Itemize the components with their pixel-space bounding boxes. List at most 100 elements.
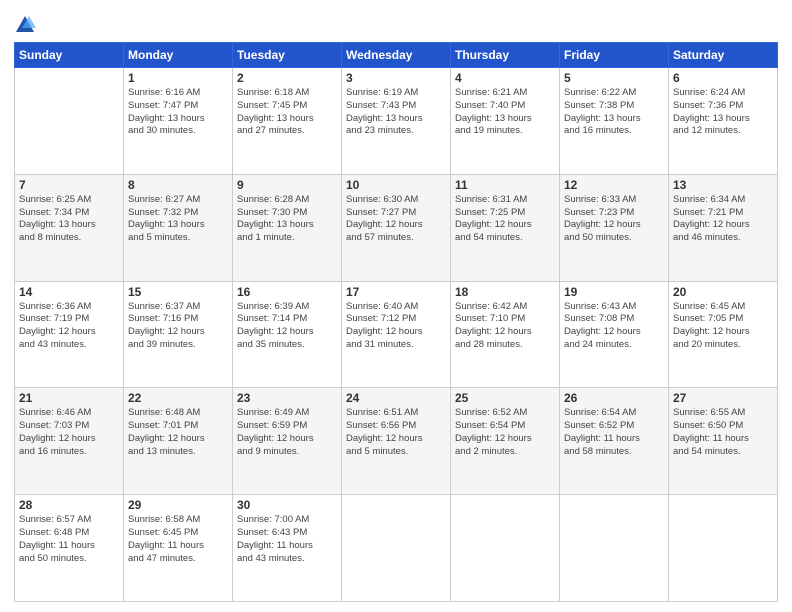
calendar-week-row: 28Sunrise: 6:57 AM Sunset: 6:48 PM Dayli…: [15, 495, 778, 602]
calendar-cell: 29 Sunrise: 6:58 AM Sunset: 6:45 PM Dayli…: [124, 495, 233, 602]
calendar-cell: 16Sunrise: 6:39 AM Sunset: 7:14 PM Dayli…: [233, 281, 342, 388]
day-info: Sunrise: 6:43 AM Sunset: 7:08 PM Dayligh…: [564, 301, 664, 352]
day-number: 3: [346, 71, 446, 85]
calendar-week-row: 1 Sunrise: 6:16 AM Sunset: 7:47 PM Daylig…: [15, 68, 778, 175]
day-of-week-header: Tuesday: [233, 43, 342, 68]
calendar-cell: 26 Sunrise: 6:54 AM Sunset: 6:52 PM Dayli…: [560, 388, 669, 495]
day-number: 29: [128, 498, 228, 512]
calendar-cell: [560, 495, 669, 602]
day-of-week-header: Sunday: [15, 43, 124, 68]
calendar-cell: 15Sunrise: 6:37 AM Sunset: 7:16 PM Dayli…: [124, 281, 233, 388]
day-of-week-header: Wednesday: [342, 43, 451, 68]
day-info: Sunrise: 6:22 AM Sunset: 7:38 PM Dayligh…: [564, 87, 664, 138]
day-number: 7: [19, 178, 119, 192]
day-number: 2: [237, 71, 337, 85]
calendar-cell: 14 Sunrise: 6:36 AM Sunset: 7:19 PM Dayli…: [15, 281, 124, 388]
day-number: 16: [237, 285, 337, 299]
day-of-week-header: Thursday: [451, 43, 560, 68]
calendar-cell: 17 Sunrise: 6:40 AM Sunset: 7:12 PM Dayli…: [342, 281, 451, 388]
day-info: Sunrise: 6:36 AM Sunset: 7:19 PM Dayligh…: [19, 301, 119, 352]
calendar-cell: 3 Sunrise: 6:19 AM Sunset: 7:43 PM Daylig…: [342, 68, 451, 175]
day-number: 14: [19, 285, 119, 299]
day-number: 19: [564, 285, 664, 299]
calendar-table: SundayMondayTuesdayWednesdayThursdayFrid…: [14, 42, 778, 602]
calendar-body: 1 Sunrise: 6:16 AM Sunset: 7:47 PM Daylig…: [15, 68, 778, 602]
day-info: Sunrise: 6:40 AM Sunset: 7:12 PM Dayligh…: [346, 301, 446, 352]
day-number: 27: [673, 391, 773, 405]
calendar-cell: 11 Sunrise: 6:31 AM Sunset: 7:25 PM Dayli…: [451, 174, 560, 281]
calendar-cell: 30 Sunrise: 7:00 AM Sunset: 6:43 PM Dayli…: [233, 495, 342, 602]
day-info: Sunrise: 6:31 AM Sunset: 7:25 PM Dayligh…: [455, 194, 555, 245]
day-info: Sunrise: 6:45 AM Sunset: 7:05 PM Dayligh…: [673, 301, 773, 352]
calendar-cell: 1 Sunrise: 6:16 AM Sunset: 7:47 PM Daylig…: [124, 68, 233, 175]
day-number: 15: [128, 285, 228, 299]
day-info: Sunrise: 6:25 AM Sunset: 7:34 PM Dayligh…: [19, 194, 119, 245]
calendar-header-row: SundayMondayTuesdayWednesdayThursdayFrid…: [15, 43, 778, 68]
calendar-week-row: 7 Sunrise: 6:25 AM Sunset: 7:34 PM Daylig…: [15, 174, 778, 281]
calendar-cell: 5 Sunrise: 6:22 AM Sunset: 7:38 PM Daylig…: [560, 68, 669, 175]
day-info: Sunrise: 6:51 AM Sunset: 6:56 PM Dayligh…: [346, 407, 446, 458]
day-number: 30: [237, 498, 337, 512]
day-number: 8: [128, 178, 228, 192]
day-info: Sunrise: 6:49 AM Sunset: 6:59 PM Dayligh…: [237, 407, 337, 458]
day-number: 25: [455, 391, 555, 405]
day-info: Sunrise: 7:00 AM Sunset: 6:43 PM Dayligh…: [237, 514, 337, 565]
logo: [14, 14, 40, 36]
day-info: Sunrise: 6:27 AM Sunset: 7:32 PM Dayligh…: [128, 194, 228, 245]
calendar-page: SundayMondayTuesdayWednesdayThursdayFrid…: [0, 0, 792, 612]
day-of-week-header: Friday: [560, 43, 669, 68]
calendar-cell: [669, 495, 778, 602]
calendar-cell: 21 Sunrise: 6:46 AM Sunset: 7:03 PM Dayli…: [15, 388, 124, 495]
calendar-cell: 12Sunrise: 6:33 AM Sunset: 7:23 PM Dayli…: [560, 174, 669, 281]
day-number: 26: [564, 391, 664, 405]
day-number: 28: [19, 498, 119, 512]
day-number: 20: [673, 285, 773, 299]
logo-icon: [14, 14, 36, 36]
day-number: 23: [237, 391, 337, 405]
day-info: Sunrise: 6:33 AM Sunset: 7:23 PM Dayligh…: [564, 194, 664, 245]
day-info: Sunrise: 6:55 AM Sunset: 6:50 PM Dayligh…: [673, 407, 773, 458]
day-info: Sunrise: 6:30 AM Sunset: 7:27 PM Dayligh…: [346, 194, 446, 245]
day-info: Sunrise: 6:54 AM Sunset: 6:52 PM Dayligh…: [564, 407, 664, 458]
calendar-cell: 20 Sunrise: 6:45 AM Sunset: 7:05 PM Dayli…: [669, 281, 778, 388]
day-number: 4: [455, 71, 555, 85]
calendar-cell: [15, 68, 124, 175]
calendar-cell: 28Sunrise: 6:57 AM Sunset: 6:48 PM Dayli…: [15, 495, 124, 602]
day-number: 10: [346, 178, 446, 192]
day-number: 18: [455, 285, 555, 299]
day-info: Sunrise: 6:18 AM Sunset: 7:45 PM Dayligh…: [237, 87, 337, 138]
calendar-week-row: 21 Sunrise: 6:46 AM Sunset: 7:03 PM Dayli…: [15, 388, 778, 495]
calendar-cell: 18 Sunrise: 6:42 AM Sunset: 7:10 PM Dayli…: [451, 281, 560, 388]
calendar-cell: [342, 495, 451, 602]
day-info: Sunrise: 6:58 AM Sunset: 6:45 PM Dayligh…: [128, 514, 228, 565]
day-info: Sunrise: 6:42 AM Sunset: 7:10 PM Dayligh…: [455, 301, 555, 352]
day-number: 17: [346, 285, 446, 299]
day-info: Sunrise: 6:46 AM Sunset: 7:03 PM Dayligh…: [19, 407, 119, 458]
day-number: 24: [346, 391, 446, 405]
day-number: 9: [237, 178, 337, 192]
calendar-cell: 24 Sunrise: 6:51 AM Sunset: 6:56 PM Dayli…: [342, 388, 451, 495]
day-of-week-header: Saturday: [669, 43, 778, 68]
day-info: Sunrise: 6:21 AM Sunset: 7:40 PM Dayligh…: [455, 87, 555, 138]
day-number: 13: [673, 178, 773, 192]
calendar-cell: 8 Sunrise: 6:27 AM Sunset: 7:32 PM Daylig…: [124, 174, 233, 281]
calendar-cell: 2 Sunrise: 6:18 AM Sunset: 7:45 PM Daylig…: [233, 68, 342, 175]
day-info: Sunrise: 6:48 AM Sunset: 7:01 PM Dayligh…: [128, 407, 228, 458]
calendar-cell: 7 Sunrise: 6:25 AM Sunset: 7:34 PM Daylig…: [15, 174, 124, 281]
day-number: 1: [128, 71, 228, 85]
day-info: Sunrise: 6:16 AM Sunset: 7:47 PM Dayligh…: [128, 87, 228, 138]
day-info: Sunrise: 6:34 AM Sunset: 7:21 PM Dayligh…: [673, 194, 773, 245]
day-number: 6: [673, 71, 773, 85]
calendar-cell: 19 Sunrise: 6:43 AM Sunset: 7:08 PM Dayli…: [560, 281, 669, 388]
day-info: Sunrise: 6:19 AM Sunset: 7:43 PM Dayligh…: [346, 87, 446, 138]
calendar-cell: 27 Sunrise: 6:55 AM Sunset: 6:50 PM Dayli…: [669, 388, 778, 495]
day-info: Sunrise: 6:52 AM Sunset: 6:54 PM Dayligh…: [455, 407, 555, 458]
day-number: 5: [564, 71, 664, 85]
calendar-cell: 10 Sunrise: 6:30 AM Sunset: 7:27 PM Dayli…: [342, 174, 451, 281]
calendar-cell: 9Sunrise: 6:28 AM Sunset: 7:30 PM Daylig…: [233, 174, 342, 281]
calendar-cell: 22Sunrise: 6:48 AM Sunset: 7:01 PM Dayli…: [124, 388, 233, 495]
calendar-cell: [451, 495, 560, 602]
calendar-week-row: 14 Sunrise: 6:36 AM Sunset: 7:19 PM Dayli…: [15, 281, 778, 388]
day-number: 11: [455, 178, 555, 192]
day-number: 21: [19, 391, 119, 405]
